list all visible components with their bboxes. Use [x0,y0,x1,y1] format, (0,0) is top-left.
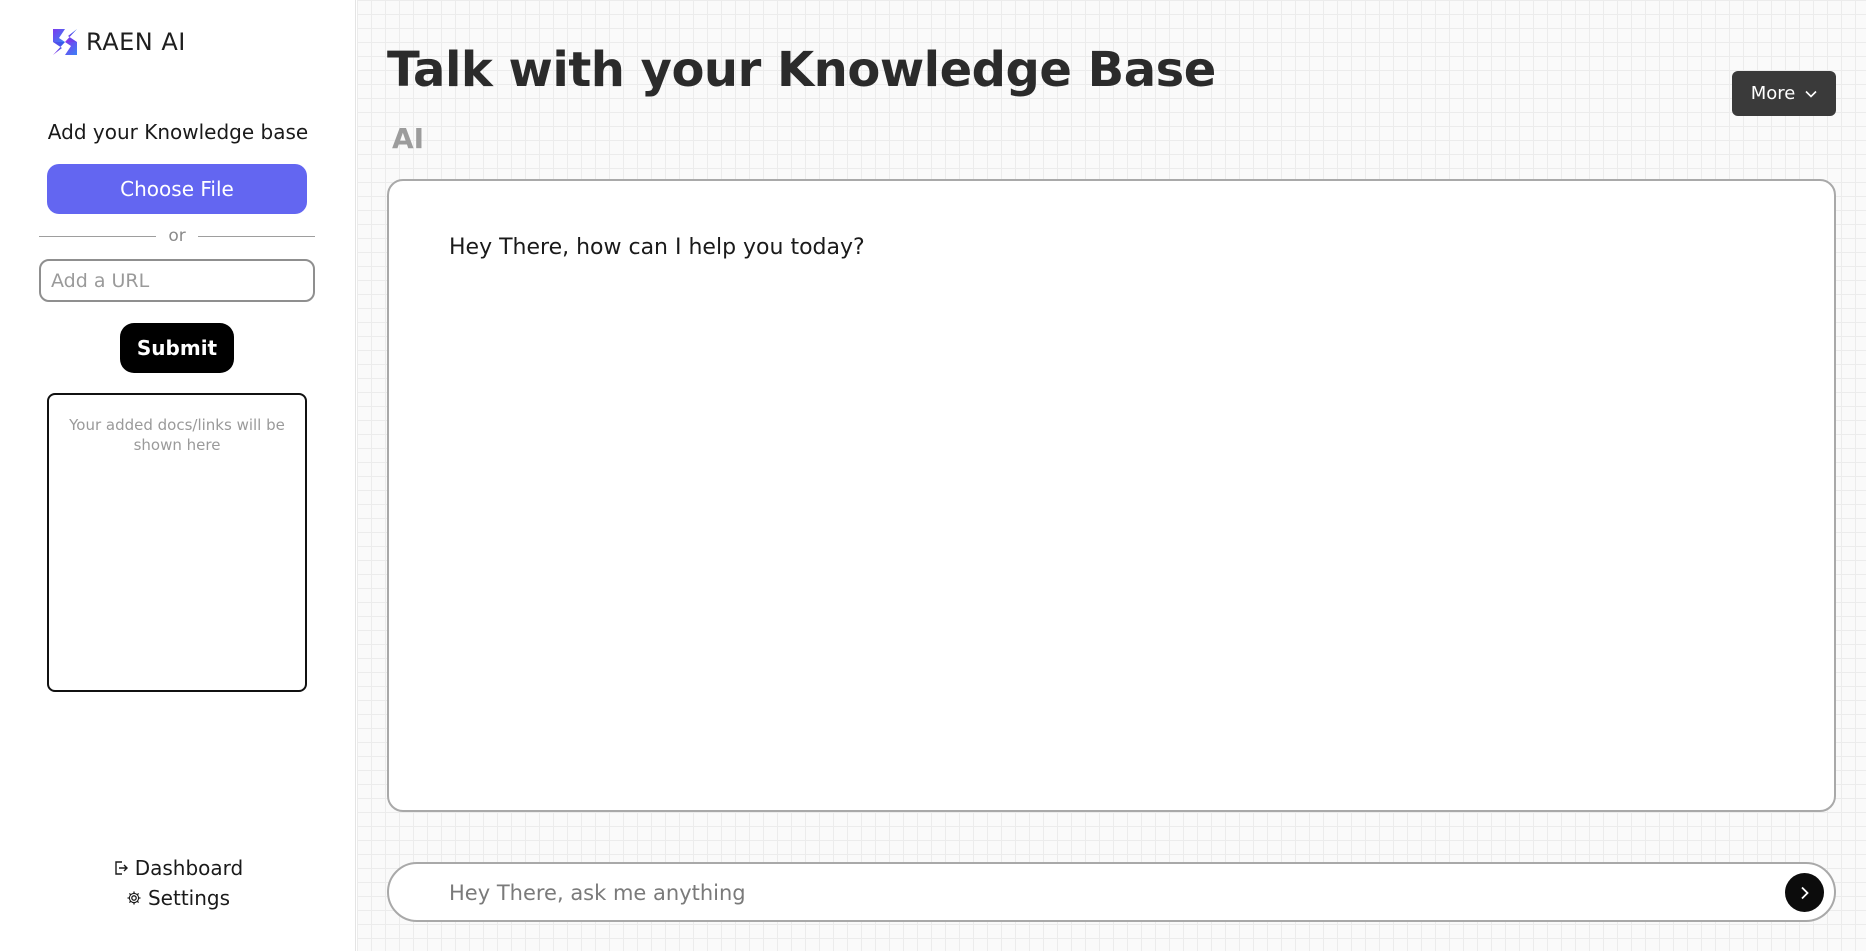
divider-line-left [39,235,157,237]
logo: RAEN AI [50,26,186,58]
nav-label-dashboard: Dashboard [134,856,244,880]
or-divider: or [39,226,316,246]
submit-button[interactable]: Submit [120,323,234,373]
divider-line-right [197,235,316,237]
send-button[interactable] [1785,873,1824,912]
sidebar: RAEN AI Add your Knowledge base Choose F… [0,0,356,951]
nav-item-settings[interactable]: Settings [0,883,356,913]
chat-input[interactable] [447,872,1751,914]
nav-label-settings: Settings [147,886,231,910]
more-dropdown-button[interactable]: More [1732,71,1836,116]
chevron-down-icon [1805,90,1817,98]
app-root: RAEN AI Add your Knowledge base Choose F… [0,0,1866,951]
page-title: Talk with your Knowledge Base [387,42,1216,98]
logout-icon [115,861,128,875]
gear-icon [127,891,141,905]
chevron-right-icon [1800,886,1809,899]
logo-text: RAEN AI [86,28,186,56]
or-label: or [168,226,186,246]
more-label: More [1750,83,1796,104]
knowledge-base-heading: Add your Knowledge base [47,120,309,144]
raen-logo-icon [53,29,77,55]
choose-file-button[interactable]: Choose File [47,164,307,214]
main-content: Talk with your Knowledge Base AI More He… [357,0,1866,951]
docs-list-box: Your added docs/links will be shown here [47,393,307,692]
nav-item-dashboard[interactable]: Dashboard [0,853,356,883]
url-input[interactable] [39,259,315,302]
ai-label: AI [392,122,425,155]
docs-placeholder-text: Your added docs/links will be shown here [69,416,285,454]
sidebar-bottom-nav: Dashboard Settings [0,853,356,913]
chat-input-bar [387,862,1836,922]
chat-panel: Hey There, how can I help you today? [387,179,1836,812]
ai-message: Hey There, how can I help you today? [449,235,865,260]
